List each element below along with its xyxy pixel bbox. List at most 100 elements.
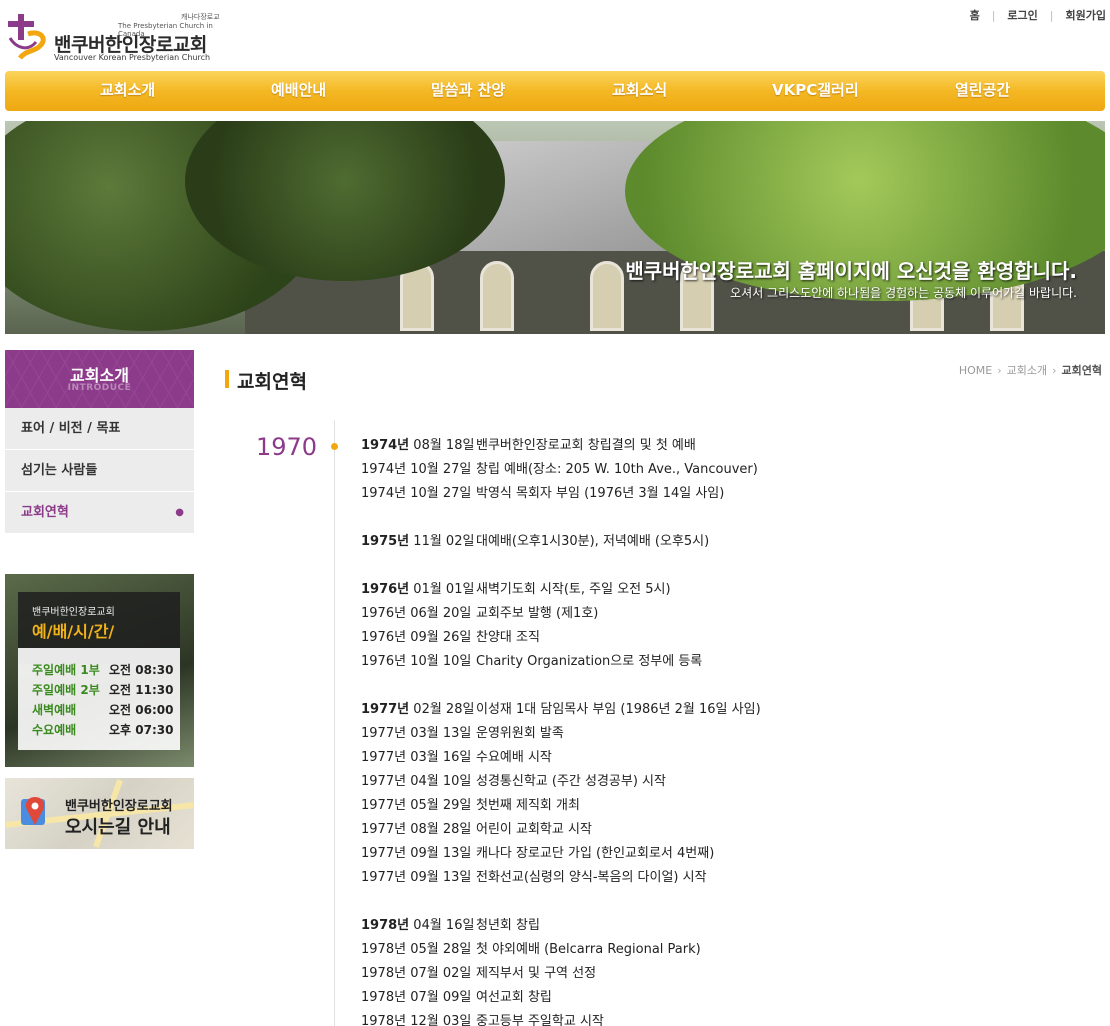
event-year: 1978년 <box>361 918 410 933</box>
sidebar-item-history[interactable]: 교회연혁 ● <box>5 492 194 534</box>
event-year: 1975년 <box>361 534 410 549</box>
event-year: 1977년 <box>361 726 407 741</box>
event-text: 수요예배 시작 <box>476 750 552 765</box>
history-list: 1974년 08월 18일 밴쿠버한인장로교회 창립결의 및 첫 예배 1974년 … <box>361 434 1081 1026</box>
church-logo[interactable]: 캐나다장로교 The Presbyterian Church in Canada… <box>6 12 226 64</box>
worship-times-banner[interactable]: 밴쿠버한인장로교회 예/배/시/간/ 주일예배 1부 오전 08:30 주일예배… <box>5 574 194 767</box>
event-year: 1976년 <box>361 606 407 621</box>
event-text: 첫번째 제직회 개최 <box>476 798 580 813</box>
sidebar-title-en: INTRODUCE <box>67 383 132 393</box>
sidebar-item-motto[interactable]: 표어 / 비전 / 목표 <box>5 408 194 450</box>
event-text: 박영식 목회자 부임 (1976년 3월 14일 사임) <box>476 486 725 501</box>
event-date: 1977년 03월 16일 <box>361 746 476 770</box>
decade-label: 1970 <box>256 433 318 461</box>
nav-item-sermon[interactable]: 말씀과 찬양 <box>431 71 505 111</box>
nav-item-open-space[interactable]: 열린공간 <box>955 71 1010 111</box>
nav-item-intro[interactable]: 교회소개 <box>100 71 155 111</box>
directions-title: 오시는길 안내 <box>65 817 171 838</box>
history-event: 1977년 09월 13일 캐나다 장로교단 가입 (한인교회로서 4번째) <box>361 842 1081 866</box>
event-year: 1977년 <box>361 822 407 837</box>
event-date: 1977년 03월 13일 <box>361 722 476 746</box>
event-month-day: 07월 09일 <box>410 990 472 1005</box>
login-link[interactable]: 로그인 <box>1007 7 1037 23</box>
denomination-kr: 캐나다장로교 <box>181 13 220 21</box>
event-month-day: 05월 29일 <box>410 798 472 813</box>
nav-item-gallery[interactable]: VKPC갤러리 <box>772 71 859 111</box>
divider: | <box>991 8 996 22</box>
worship-row: 주일예배 2부 오전 11:30 <box>32 681 182 698</box>
event-year: 1978년 <box>361 966 407 981</box>
history-event: 1974년 08월 18일 밴쿠버한인장로교회 창립결의 및 첫 예배 <box>361 434 1081 458</box>
directions-church: 밴쿠버한인장로교회 <box>65 799 173 814</box>
history-event: 1978년 07월 02일 제직부서 및 구역 선정 <box>361 962 1081 986</box>
event-month-day: 06월 20일 <box>410 606 472 621</box>
history-event: 1977년 03월 16일 수요예배 시작 <box>361 746 1081 770</box>
nav-item-worship[interactable]: 예배안내 <box>271 71 326 111</box>
church-window <box>590 261 624 331</box>
event-date: 1978년 07월 02일 <box>361 962 476 986</box>
sidebar-item-label: 교회연혁 <box>21 505 69 520</box>
timeline-dot-icon <box>331 443 338 450</box>
event-month-day: 04월 10일 <box>410 774 472 789</box>
event-text: 찬양대 조직 <box>476 630 540 645</box>
event-text: 캐나다 장로교단 가입 (한인교회로서 4번째) <box>476 846 715 861</box>
title-bar <box>225 370 229 388</box>
nav-item-news[interactable]: 교회소식 <box>612 71 667 111</box>
event-date: 1974년 10월 27일 <box>361 458 476 482</box>
sidebar-title: 교회소개 INTRODUCE <box>5 350 194 408</box>
event-date: 1976년 09월 26일 <box>361 626 476 650</box>
event-month-day: 10월 27일 <box>410 462 472 477</box>
event-year: 1978년 <box>361 942 407 957</box>
sidebar-item-staff[interactable]: 섬기는 사람들 <box>5 450 194 492</box>
breadcrumb-home[interactable]: HOME <box>959 364 992 377</box>
divider: | <box>1049 8 1054 22</box>
history-event: 1978년 07월 09일 여선교회 창립 <box>361 986 1081 1010</box>
page-title: 교회연혁 <box>225 367 307 394</box>
event-date: 1977년 02월 28일 <box>361 698 476 722</box>
event-month-day: 04월 16일 <box>413 918 475 933</box>
history-event: 1974년 10월 27일 박영식 목회자 부임 (1976년 3월 14일 사임… <box>361 482 1081 506</box>
worship-row: 주일예배 1부 오전 08:30 <box>32 661 182 678</box>
event-text: 밴쿠버한인장로교회 창립결의 및 첫 예배 <box>476 438 696 453</box>
event-year: 1977년 <box>361 846 407 861</box>
event-text: 새벽기도회 시작(토, 주일 오전 5시) <box>476 582 671 597</box>
breadcrumb: HOME › 교회소개 › 교회연혁 <box>959 362 1102 378</box>
event-date: 1978년 05월 28일 <box>361 938 476 962</box>
cross-logo-icon <box>8 14 46 60</box>
event-date: 1977년 09월 13일 <box>361 866 476 890</box>
event-year: 1976년 <box>361 630 407 645</box>
event-text: 운영위원회 발족 <box>476 726 564 741</box>
history-event: 1976년 09월 26일 찬양대 조직 <box>361 626 1081 650</box>
event-text: 교회주보 발행 (제1호) <box>476 606 599 621</box>
event-text: Charity Organization으로 정부에 등록 <box>476 654 703 669</box>
event-year: 1977년 <box>361 774 407 789</box>
event-text: 첫 야외예배 (Belcarra Regional Park) <box>476 942 701 957</box>
worship-row: 새벽예배 오전 06:00 <box>32 701 182 718</box>
event-date: 1974년 10월 27일 <box>361 482 476 506</box>
breadcrumb-intro[interactable]: 교회소개 <box>1007 362 1047 378</box>
worship-title: 예/배/시/간/ <box>32 622 115 641</box>
event-text: 전화선교(심령의 양식-복음의 다이얼) 시작 <box>476 870 707 885</box>
worship-church-name: 밴쿠버한인장로교회 <box>32 607 115 618</box>
signup-link[interactable]: 회원가입 <box>1066 7 1106 23</box>
event-month-day: 12월 03일 <box>410 1014 472 1026</box>
hero-banner: 밴쿠버한인장로교회 홈페이지에 오신것을 환영합니다. 오셔서 그리스도안에 하… <box>5 121 1105 334</box>
history-event: 1976년 06월 20일 교회주보 발행 (제1호) <box>361 602 1081 626</box>
directions-banner[interactable]: 밴쿠버한인장로교회 오시는길 안내 <box>5 778 194 849</box>
event-month-day: 09월 13일 <box>410 846 472 861</box>
home-link[interactable]: 홈 <box>970 7 980 23</box>
event-year: 1976년 <box>361 582 410 597</box>
chevron-right-icon: › <box>997 363 1002 377</box>
history-event: 1977년 09월 13일 전화선교(심령의 양식-복음의 다이얼) 시작 <box>361 866 1081 890</box>
event-month-day: 10월 10일 <box>410 654 472 669</box>
service-time: 오후 07:30 <box>109 723 174 737</box>
event-year: 1977년 <box>361 870 407 885</box>
service-name: 주일예배 1부 <box>32 663 100 677</box>
history-event: 1977년 03월 13일 운영위원회 발족 <box>361 722 1081 746</box>
active-dot-icon: ● <box>175 507 184 518</box>
event-date: 1978년 04월 16일 <box>361 914 476 938</box>
event-month-day: 09월 26일 <box>410 630 472 645</box>
church-name-en: Vancouver Korean Presbyterian Church <box>54 53 211 62</box>
event-month-day: 05월 28일 <box>410 942 472 957</box>
event-year: 1977년 <box>361 702 410 717</box>
